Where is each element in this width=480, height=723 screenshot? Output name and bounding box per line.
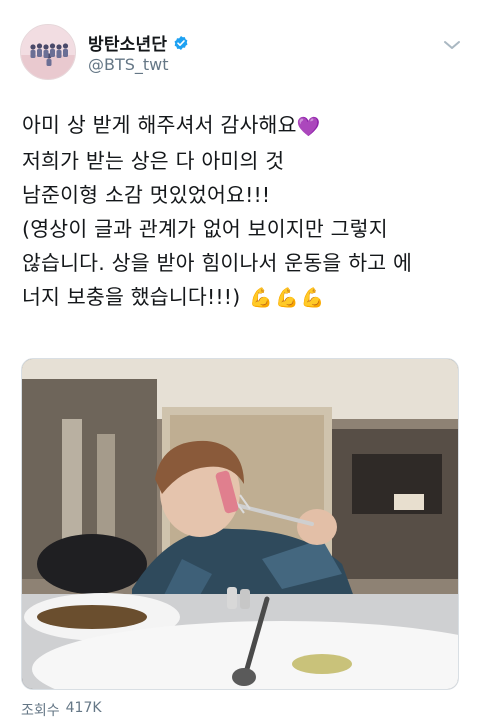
flexed-biceps-icon: 💪 — [249, 287, 274, 309]
tweet-media-video[interactable] — [21, 358, 459, 690]
tweet-line: 않습니다. 상을 받아 힘이나서 운동을 하고 에 — [22, 251, 413, 275]
tweet-line-text: 아미 상 받게 해주셔서 감사해요 — [22, 113, 297, 137]
views-label: 조회수 — [21, 703, 60, 719]
flexed-biceps-icon: 💪 — [300, 287, 325, 309]
tweet-text: 아미 상 받게 해주셔서 감사해요💜 저희가 받는 상은 다 아미의 것 남준이… — [22, 108, 462, 315]
tweet-line: 너지 보충을 했습니다!!!) 💪 💪 💪 — [22, 280, 462, 315]
tweet-line: (영상이 글과 관계가 없어 보이지만 그렇지 — [22, 217, 388, 241]
display-name[interactable]: 방탄소년단 — [88, 30, 167, 55]
tweet-line-text: 너지 보충을 했습니다!!!) — [22, 285, 241, 309]
name-row: 방탄소년단 — [88, 30, 189, 55]
chevron-down-icon[interactable] — [443, 36, 461, 49]
view-count: 조회수 417K — [21, 700, 102, 720]
flexed-biceps-icon: 💪 — [275, 287, 299, 309]
avatar[interactable] — [20, 24, 76, 80]
views-value: 417K — [65, 700, 102, 716]
account-handle[interactable]: @BTS_twt — [88, 55, 169, 74]
purple-heart-icon: 💜 — [296, 116, 321, 138]
verified-badge-icon — [173, 35, 189, 51]
tweet-line: 저희가 받는 상은 다 아미의 것 — [22, 149, 285, 173]
tweet-line: 아미 상 받게 해주셔서 감사해요💜 — [22, 108, 462, 144]
tweet-card: 방탄소년단 @BTS_twt 아미 상 받게 해주셔서 감사해요💜 저희가 받는… — [0, 0, 480, 723]
tweet-header: 방탄소년단 @BTS_twt — [20, 24, 465, 84]
tweet-line: 남준이형 소감 멋있었어요!!! — [22, 183, 271, 207]
